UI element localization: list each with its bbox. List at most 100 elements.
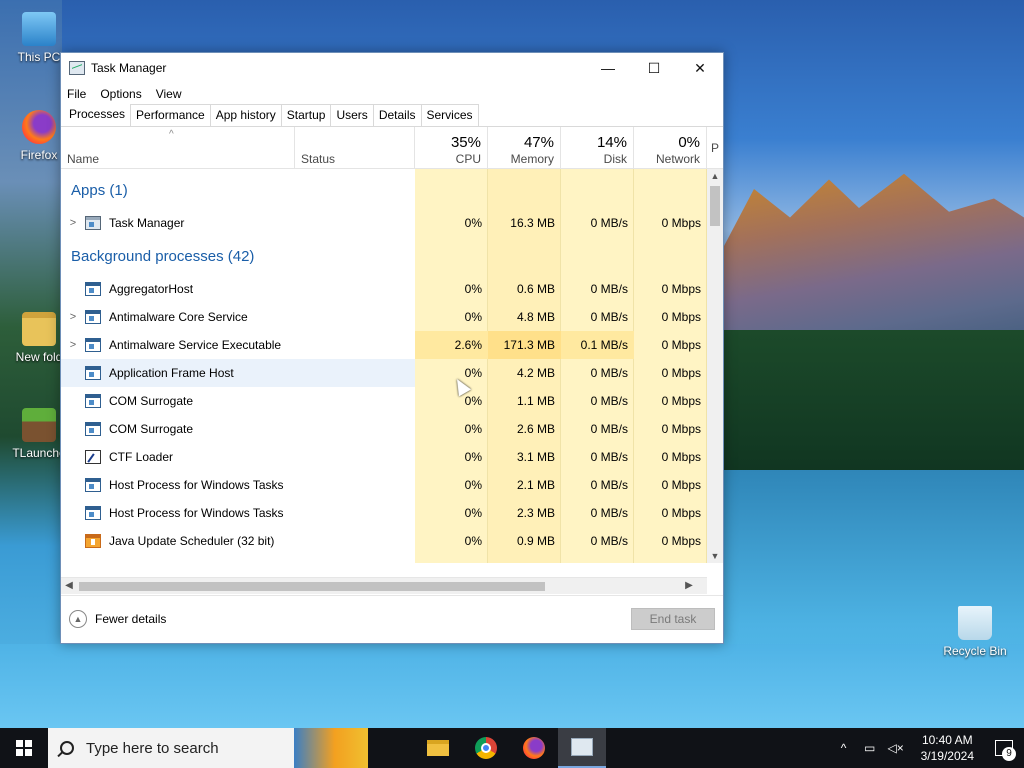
- table-row[interactable]: Host Process for Windows Tasks 0% 2.3 MB…: [61, 499, 707, 527]
- network-cell: 0 Mbps: [661, 338, 701, 352]
- network-cell: 0 Mbps: [661, 310, 701, 324]
- notification-icon: 9: [995, 740, 1016, 761]
- maximize-button[interactable]: ☐: [631, 53, 677, 83]
- memory-cell: 0.6 MB: [516, 282, 555, 296]
- memory-cell: 0.9 MB: [516, 534, 555, 548]
- horizontal-scrollbar[interactable]: ◀ ▶: [61, 577, 707, 594]
- group-apps-header: Apps (1): [71, 182, 128, 199]
- network-cell: 0 Mbps: [661, 366, 701, 380]
- search-highlight-image: [294, 728, 368, 768]
- network-cell: 0 Mbps: [661, 478, 701, 492]
- process-window-icon: [85, 478, 101, 492]
- task-manager-icon: [85, 216, 101, 230]
- column-disk-label: Disk: [603, 152, 627, 166]
- chrome-icon: [475, 737, 497, 759]
- tab-app-history[interactable]: App history: [209, 104, 282, 126]
- chevron-up-icon[interactable]: ^: [833, 741, 855, 755]
- column-cpu-header[interactable]: 35% CPU: [415, 127, 488, 169]
- taskbar-task-manager[interactable]: [558, 728, 606, 768]
- firefox-icon: [22, 110, 56, 144]
- file-explorer-icon: [427, 740, 449, 756]
- column-network-header[interactable]: 0% Network: [634, 127, 707, 169]
- minimize-button[interactable]: —: [585, 53, 631, 83]
- column-status-header[interactable]: Status: [295, 127, 415, 169]
- task-manager-icon: [571, 738, 593, 756]
- volume-muted-icon[interactable]: ◁×: [885, 741, 907, 755]
- horizontal-scroll-thumb[interactable]: [79, 582, 545, 591]
- menu-file[interactable]: File: [67, 87, 86, 101]
- scroll-right-icon[interactable]: ▶: [681, 578, 697, 594]
- end-task-button[interactable]: End task: [631, 608, 715, 630]
- disk-cell: 0 MB/s: [590, 282, 628, 296]
- menu-options[interactable]: Options: [100, 87, 141, 101]
- disk-cell: 0 MB/s: [590, 506, 628, 520]
- search-box[interactable]: Type here to search: [48, 728, 368, 768]
- expand-chevron-icon[interactable]: >: [61, 217, 85, 229]
- memory-cell: 171.3 MB: [488, 331, 561, 359]
- cpu-cell: 0%: [464, 450, 482, 464]
- tab-performance[interactable]: Performance: [130, 104, 211, 126]
- taskbar-chrome[interactable]: [462, 728, 510, 768]
- vertical-scrollbar[interactable]: ▲ ▼: [707, 169, 723, 563]
- table-row[interactable]: CTF Loader 0% 3.1 MB 0 MB/s 0 Mbps: [61, 443, 707, 471]
- network-icon[interactable]: ▭: [859, 741, 881, 755]
- tab-startup[interactable]: Startup: [280, 104, 332, 126]
- table-row[interactable]: > Antimalware Core Service 0% 4.8 MB 0 MB…: [61, 303, 707, 331]
- cpu-cell: 0%: [464, 394, 482, 408]
- desktop-icon-label: Firefox: [20, 148, 58, 162]
- clock[interactable]: 10:40 AM 3/19/2024: [921, 732, 974, 764]
- column-power-header[interactable]: P: [707, 127, 723, 169]
- vertical-scroll-thumb[interactable]: [710, 186, 720, 226]
- table-row[interactable]: Java Update Scheduler (32 bit) 0% 0.9 MB…: [61, 527, 707, 555]
- menu-view[interactable]: View: [156, 87, 182, 101]
- process-name: COM Surrogate: [109, 394, 194, 408]
- process-name: AggregatorHost: [109, 282, 194, 296]
- windows-logo-icon: [16, 740, 32, 756]
- network-cell: 0 Mbps: [661, 216, 701, 230]
- table-row[interactable]: Application Frame Host 0% 4.2 MB 0 MB/s …: [61, 359, 707, 387]
- network-cell: 0 Mbps: [661, 534, 701, 548]
- tab-processes[interactable]: Processes: [63, 103, 132, 126]
- fewer-details-label: Fewer details: [95, 612, 167, 626]
- table-row[interactable]: COM Surrogate 0% 2.6 MB 0 MB/s 0 Mbps: [61, 415, 707, 443]
- ctf-loader-pen-icon: [85, 450, 101, 464]
- table-row[interactable]: > Antimalware Service Executable 2.6% 171…: [61, 331, 707, 359]
- expand-chevron-icon[interactable]: >: [61, 339, 85, 351]
- taskbar-file-explorer[interactable]: [414, 728, 462, 768]
- column-disk-header[interactable]: 14% Disk: [561, 127, 634, 169]
- scroll-down-icon[interactable]: ▼: [707, 549, 723, 563]
- tab-users[interactable]: Users: [330, 104, 374, 126]
- sort-ascending-icon: ^: [169, 129, 174, 140]
- disk-cell: 0 MB/s: [590, 394, 628, 408]
- taskbar-firefox[interactable]: [510, 728, 558, 768]
- fewer-details-button[interactable]: ▲ Fewer details: [69, 610, 166, 628]
- table-row[interactable]: > Task Manager 0% 16.3 MB 0 MB/s 0 Mbps: [61, 209, 707, 237]
- column-memory-header[interactable]: 47% Memory: [488, 127, 561, 169]
- network-cell: 0 Mbps: [661, 422, 701, 436]
- system-tray: ^ ▭ ◁× 10:40 AM 3/19/2024 9: [833, 728, 1024, 768]
- scroll-up-icon[interactable]: ▲: [707, 169, 723, 183]
- column-header: ^ Name Status 35% CPU 47% Memory 14% Dis…: [61, 127, 723, 169]
- close-button[interactable]: ✕: [677, 53, 723, 83]
- column-name-header[interactable]: ^ Name: [61, 127, 295, 169]
- title-bar[interactable]: Task Manager — ☐ ✕: [61, 53, 723, 83]
- table-row[interactable]: AggregatorHost 0% 0.6 MB 0 MB/s 0 Mbps: [61, 275, 707, 303]
- process-name: Host Process for Windows Tasks: [109, 506, 284, 520]
- cpu-cell: 0%: [464, 422, 482, 436]
- process-name: Antimalware Core Service: [109, 310, 248, 324]
- desktop-icon-label: Recycle Bin: [943, 644, 1007, 658]
- process-name: Java Update Scheduler (32 bit): [109, 534, 275, 548]
- start-button[interactable]: [0, 728, 48, 768]
- table-row[interactable]: Host Process for Windows Tasks 0% 2.1 MB…: [61, 471, 707, 499]
- tab-details[interactable]: Details: [372, 104, 422, 126]
- scroll-left-icon[interactable]: ◀: [61, 578, 77, 594]
- expand-chevron-icon[interactable]: >: [61, 311, 85, 323]
- table-row[interactable]: COM Surrogate 0% 1.1 MB 0 MB/s 0 Mbps: [61, 387, 707, 415]
- notification-center-button[interactable]: 9: [984, 728, 1024, 768]
- disk-cell: 0.1 MB/s: [561, 331, 634, 359]
- tab-services[interactable]: Services: [420, 104, 479, 126]
- desktop-icon-recycle-bin[interactable]: Recycle Bin: [940, 606, 1010, 658]
- disk-cell: 0 MB/s: [590, 450, 628, 464]
- disk-cell: 0 MB/s: [590, 478, 628, 492]
- network-cell: 0 Mbps: [661, 282, 701, 296]
